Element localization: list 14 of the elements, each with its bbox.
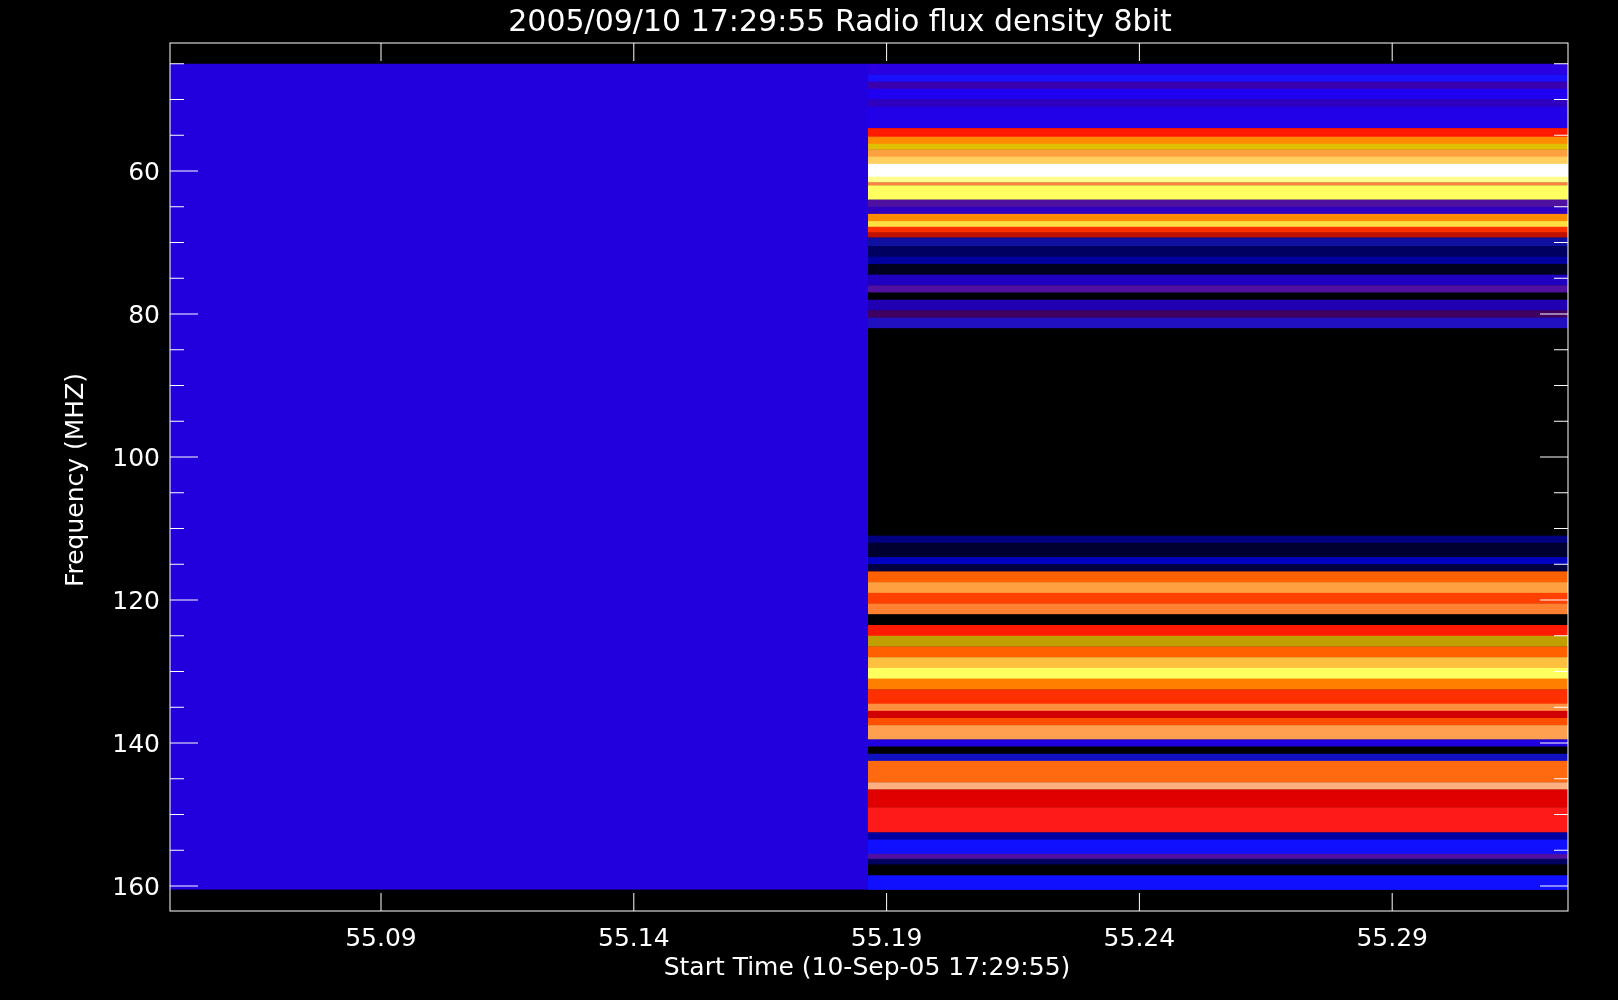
- x-tick-label: 55.14: [598, 923, 670, 952]
- x-axis-label: Start Time (10-Sep-05 17:29:55): [663, 952, 1071, 981]
- y-tick-label: 80: [128, 300, 160, 329]
- y-tick-label: 60: [128, 157, 160, 186]
- x-tick-label: 55.09: [345, 923, 417, 952]
- x-tick-label: 55.24: [1103, 923, 1176, 952]
- y-tick-label: 100: [112, 443, 160, 472]
- chart-title: 2005/09/10 17:29:55 Radio flux density 8bit: [508, 3, 1172, 38]
- x-tick-label: 55.29: [1356, 923, 1428, 952]
- y-axis-label: Frequency (MHZ): [60, 372, 89, 588]
- y-tick-label: 120: [112, 586, 160, 615]
- y-tick-label: 160: [112, 872, 160, 901]
- x-tick-label: 55.19: [850, 923, 923, 952]
- y-tick-label: 140: [112, 729, 160, 758]
